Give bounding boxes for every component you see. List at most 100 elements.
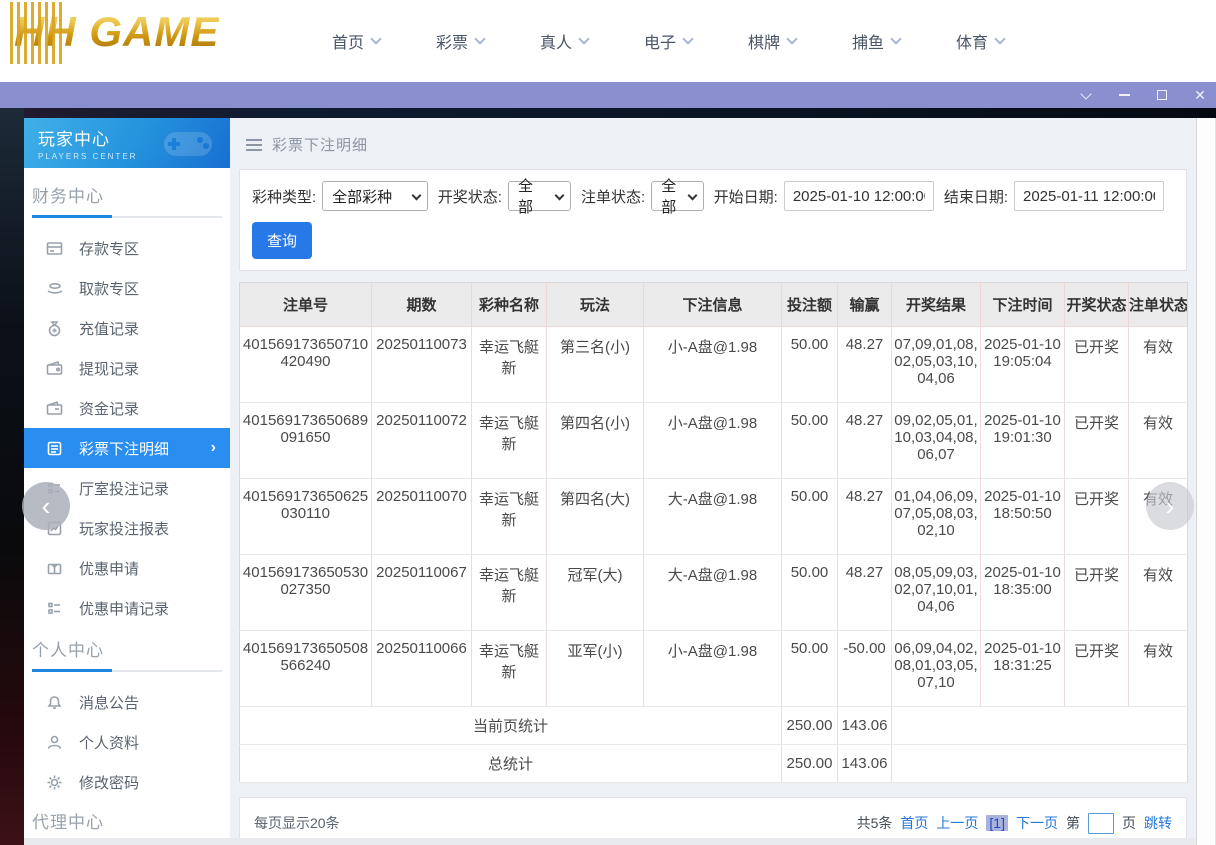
- hamburger-icon[interactable]: [246, 139, 262, 151]
- cell-bet-amount: 50.00: [782, 555, 838, 631]
- query-button[interactable]: 查询: [252, 222, 312, 259]
- sidebar-item-recharge-record[interactable]: 充值记录: [24, 308, 230, 348]
- window-minimize-button[interactable]: [1116, 87, 1132, 103]
- chevron-down-icon: [370, 33, 381, 44]
- nav-menu-item[interactable]: 捕鱼: [852, 29, 916, 53]
- window-dropdown-button[interactable]: [1078, 87, 1094, 103]
- next-page-link[interactable]: 下一页: [1016, 813, 1058, 833]
- main-content: 彩票下注明细 彩种类型: 全部彩种 开奖状态: 全部 注单状态:: [230, 118, 1196, 845]
- cell-period: 20250110073: [372, 327, 472, 403]
- main-nav: 首页 彩票 真人 电子 棋牌: [332, 0, 1060, 82]
- cell-order-status: 有效: [1129, 555, 1188, 631]
- sidebar-item-promo-apply[interactable]: 优惠申请: [24, 548, 230, 588]
- first-page-link[interactable]: 首页: [900, 813, 928, 833]
- section-title-agent: 代理中心: [32, 808, 222, 833]
- breadcrumb: 彩票下注明细: [230, 118, 1196, 155]
- total-summary-row: 总统计 250.00 143.06: [240, 745, 1188, 783]
- minimize-icon: [1119, 94, 1130, 96]
- jump-page-input[interactable]: [1088, 813, 1114, 834]
- order-status-select[interactable]: 全部: [651, 181, 703, 211]
- expand-right-button[interactable]: ›: [1146, 482, 1194, 530]
- start-date-input[interactable]: [784, 181, 934, 211]
- bet-detail-table-wrap: 注单号期数彩种名称玩法下注信息投注额输赢开奖结果下注时间开奖状态注单状态 401…: [239, 282, 1187, 783]
- jump-button[interactable]: 跳转: [1144, 813, 1172, 833]
- nav-menu-item[interactable]: 体育: [956, 29, 1020, 53]
- nav-menu-item[interactable]: 首页: [332, 29, 396, 53]
- list-icon: [46, 600, 63, 617]
- lottery-type-select[interactable]: 全部彩种: [322, 181, 428, 211]
- section-underline: [32, 670, 222, 672]
- window-close-button[interactable]: ✕: [1192, 87, 1208, 103]
- sidebar-item-deposit[interactable]: 存款专区: [24, 228, 230, 268]
- sidebar-personal-items: 消息公告 个人资料 修改密码: [24, 672, 230, 806]
- nav-menu-item[interactable]: 电子: [644, 29, 708, 53]
- sidebar-item-message-notice[interactable]: 消息公告: [24, 682, 230, 722]
- sidebar-header: 玩家中心 PLAYERS CENTER: [24, 118, 230, 168]
- page-summary-amount: 250.00: [782, 707, 838, 745]
- nav-menu-item[interactable]: 棋牌: [748, 29, 812, 53]
- gift-ticket-icon: [46, 560, 63, 577]
- page-summary-row: 当前页统计 250.00 143.06: [240, 707, 1188, 745]
- table-row: 401569173650689091650 20250110072 幸运飞艇新 …: [240, 403, 1188, 479]
- site-logo: HH GAME: [14, 8, 219, 56]
- cell-bet-info: 小-A盘@1.98: [644, 327, 782, 403]
- cell-period: 20250110066: [372, 631, 472, 707]
- cell-draw-status: 已开奖: [1065, 631, 1129, 707]
- jump-prefix-label: 第: [1066, 813, 1080, 833]
- draw-status-select[interactable]: 全部: [508, 181, 571, 211]
- cell-winloss: -50.00: [838, 631, 892, 707]
- maximize-icon: [1157, 90, 1167, 100]
- end-date-input[interactable]: [1014, 181, 1164, 211]
- column-header: 开奖结果: [892, 283, 981, 327]
- column-header: 注单状态: [1129, 283, 1188, 327]
- chevron-down-icon: [994, 33, 1005, 44]
- chevron-right-icon: ›: [211, 439, 216, 457]
- window-titlebar: ✕: [0, 82, 1216, 108]
- sidebar-item-change-password[interactable]: 修改密码: [24, 762, 230, 802]
- cell-bet-amount: 50.00: [782, 479, 838, 555]
- cell-play: 第四名(大): [547, 479, 644, 555]
- sidebar-item-withdraw[interactable]: 取款专区: [24, 268, 230, 308]
- nav-menu-item[interactable]: 彩票: [436, 29, 500, 53]
- cell-bet-info: 小-A盘@1.98: [644, 403, 782, 479]
- sidebar-item-withdrawal-record[interactable]: 提现记录: [24, 348, 230, 388]
- chevron-down-icon: [578, 33, 589, 44]
- end-date-label: 结束日期:: [944, 186, 1008, 207]
- window-maximize-button[interactable]: [1154, 87, 1170, 103]
- collapse-left-button[interactable]: ‹: [22, 482, 70, 530]
- chevron-down-icon: [682, 33, 693, 44]
- sidebar-item-lottery-bet-detail[interactable]: 彩票下注明细 ›: [24, 428, 230, 468]
- sidebar-item-profile[interactable]: 个人资料: [24, 722, 230, 762]
- cell-bet-info: 大-A盘@1.98: [644, 555, 782, 631]
- cell-order-status: 有效: [1129, 631, 1188, 707]
- cell-draw-status: 已开奖: [1065, 403, 1129, 479]
- sidebar-item-promo-apply-record[interactable]: 优惠申请记录: [24, 588, 230, 628]
- nav-menu-label: 电子: [644, 29, 676, 53]
- chevron-down-icon: [687, 191, 697, 201]
- money-bag-icon: [46, 320, 63, 337]
- cell-lottery-name: 幸运飞艇新: [472, 327, 547, 403]
- lottery-type-label: 彩种类型:: [252, 186, 316, 207]
- cell-bet-info: 大-A盘@1.98: [644, 479, 782, 555]
- bet-detail-table: 注单号期数彩种名称玩法下注信息投注额输赢开奖结果下注时间开奖状态注单状态 401…: [239, 282, 1188, 783]
- pagination-controls: 共5条 首页 上一页 [1] 下一页 第 页 跳转: [857, 813, 1172, 834]
- bet-detail-document-icon: [46, 440, 63, 457]
- background-left-strip: [0, 108, 24, 845]
- horizontal-scrollbar[interactable]: [24, 838, 1196, 845]
- sidebar-section-finance: 财务中心: [24, 168, 230, 218]
- cell-period: 20250110070: [372, 479, 472, 555]
- table-row: 401569173650625030110 20250110070 幸运飞艇新 …: [240, 479, 1188, 555]
- cell-lottery-name: 幸运飞艇新: [472, 631, 547, 707]
- cell-bet-amount: 50.00: [782, 631, 838, 707]
- nav-menu-label: 体育: [956, 29, 988, 53]
- sidebar-item-funds-record[interactable]: 资金记录: [24, 388, 230, 428]
- cell-lottery-name: 幸运飞艇新: [472, 403, 547, 479]
- vertical-scrollbar[interactable]: [1196, 118, 1216, 845]
- table-row: 401569173650530027350 20250110067 幸运飞艇新 …: [240, 555, 1188, 631]
- cell-draw-result: 07,09,01,08,02,05,03,10,04,06: [892, 327, 981, 403]
- draw-status-label: 开奖状态:: [438, 186, 502, 207]
- nav-menu-label: 首页: [332, 29, 364, 53]
- prev-page-link[interactable]: 上一页: [936, 813, 978, 833]
- chevron-down-icon: [1080, 88, 1091, 99]
- nav-menu-item[interactable]: 真人: [540, 29, 604, 53]
